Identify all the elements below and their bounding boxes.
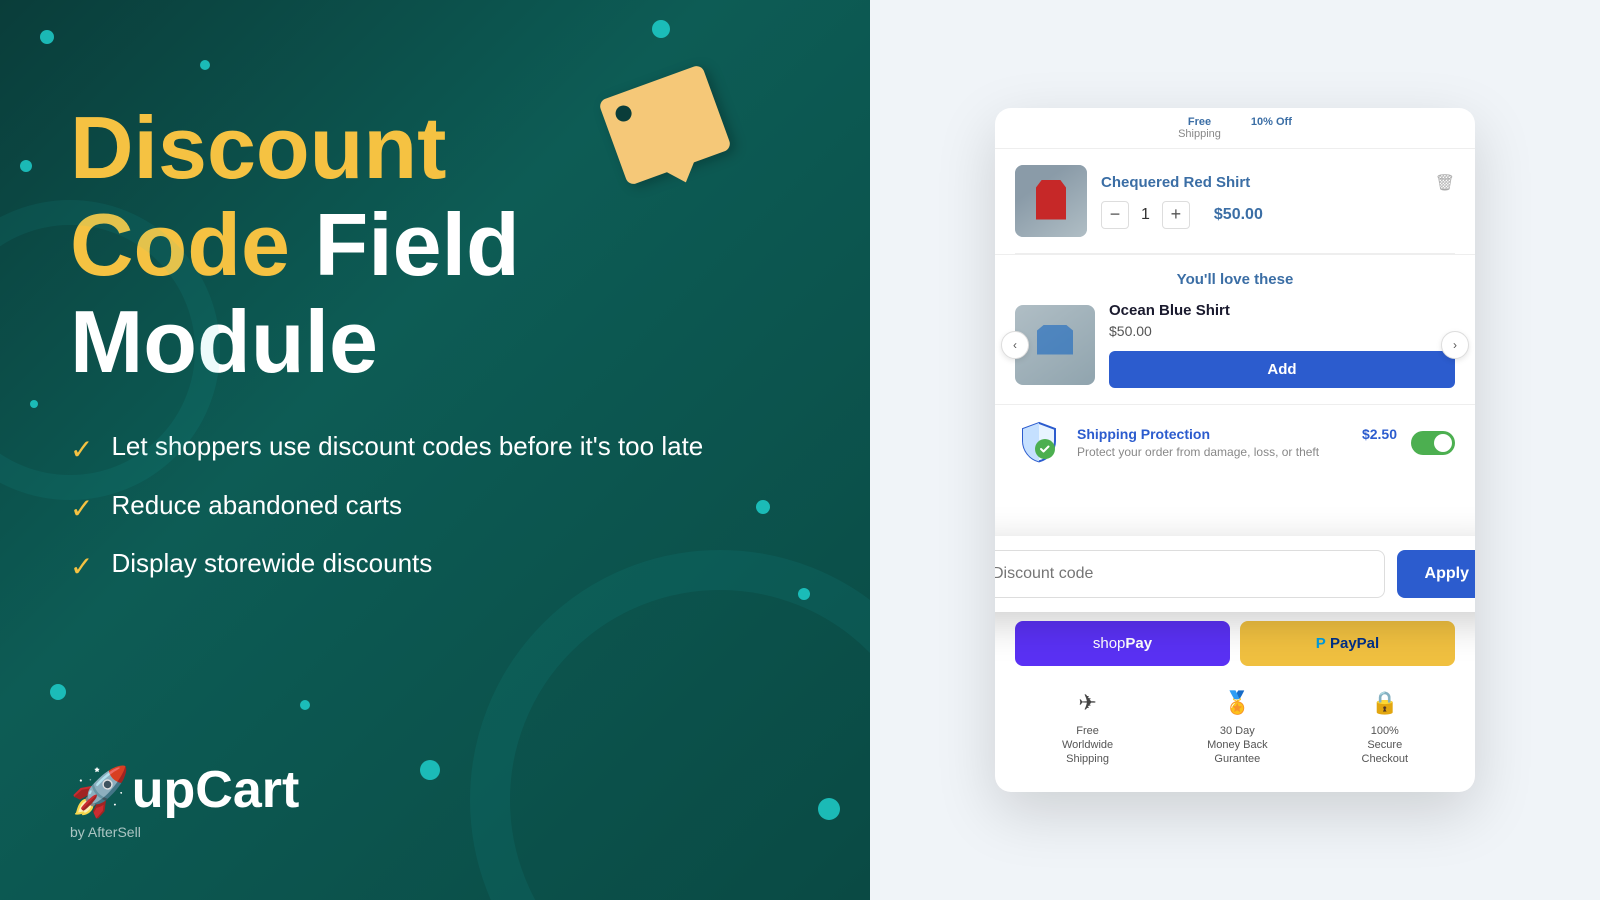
discount-badge: 10% Off bbox=[1251, 116, 1292, 140]
upsell-product-info: Ocean Blue Shirt $50.00 Add bbox=[1109, 302, 1455, 388]
cart-top-badges: Free Shipping 10% Off bbox=[995, 108, 1475, 149]
deco-dot bbox=[420, 760, 440, 780]
cart-item-image bbox=[1015, 165, 1087, 237]
trust-text-shipping: FreeWorldwideShipping bbox=[1062, 724, 1113, 767]
qty-decrease-button[interactable]: − bbox=[1101, 201, 1129, 229]
cart-item-price: $50.00 bbox=[1214, 206, 1263, 224]
paypal-button[interactable]: P PayPal bbox=[1240, 621, 1455, 666]
brand-name-up: up bbox=[132, 760, 196, 820]
shirt-image bbox=[1015, 165, 1087, 237]
shipping-protection-section: Shipping Protection $2.50 Protect your o… bbox=[995, 404, 1475, 481]
aftersell-logo: by AfterSell bbox=[70, 824, 299, 840]
upsell-section: You'll love these ‹ Ocean Blue Shirt $50… bbox=[995, 254, 1475, 404]
deco-dot bbox=[40, 30, 54, 44]
apply-discount-button[interactable]: Apply bbox=[1397, 550, 1475, 598]
trust-text-secure: 100%SecureCheckout bbox=[1362, 724, 1408, 767]
free-shipping-badge: Free Shipping bbox=[1178, 116, 1221, 140]
trust-text-guarantee: 30 DayMoney BackGurantee bbox=[1207, 724, 1268, 767]
carousel-prev-button[interactable]: ‹ bbox=[1001, 331, 1029, 359]
deco-dot bbox=[20, 160, 32, 172]
protection-toggle[interactable] bbox=[1411, 431, 1455, 455]
deco-dot bbox=[50, 684, 66, 700]
cart-widget: Free Shipping 10% Off Chequered Red Shir… bbox=[995, 108, 1475, 793]
trust-badges: ✈ FreeWorldwideShipping 🏅 30 DayMoney Ba… bbox=[1015, 680, 1455, 777]
deco-dot bbox=[300, 700, 310, 710]
cart-top-section: Chequered Red Shirt 🗑 − 1 + $50.00 bbox=[995, 149, 1475, 254]
trust-item-secure: 🔒 100%SecureCheckout bbox=[1362, 690, 1408, 767]
feature-item-2: ✓ Reduce abandoned carts bbox=[70, 489, 800, 527]
medal-icon: 🏅 bbox=[1224, 690, 1251, 716]
cart-item-name: Chequered Red Shirt bbox=[1101, 174, 1427, 191]
protection-desc: Protect your order from damage, loss, or… bbox=[1077, 445, 1397, 459]
discount-code-input[interactable] bbox=[995, 550, 1385, 598]
protection-title: Shipping Protection bbox=[1077, 426, 1210, 442]
lock-icon: 🔒 bbox=[1371, 690, 1398, 716]
upsell-product-price: $50.00 bbox=[1109, 323, 1455, 339]
right-panel: Free Shipping 10% Off Chequered Red Shir… bbox=[870, 0, 1600, 900]
plane-icon: ✈ bbox=[1078, 690, 1096, 716]
check-icon-3: ✓ bbox=[70, 549, 93, 585]
deco-dot bbox=[756, 500, 770, 514]
tag-decoration bbox=[610, 80, 730, 180]
qty-value: 1 bbox=[1141, 206, 1150, 224]
protection-price: $2.50 bbox=[1362, 426, 1397, 442]
brand-name-cart: Cart bbox=[195, 760, 299, 820]
protection-icon bbox=[1015, 419, 1063, 467]
cart-item-meta: Chequered Red Shirt 🗑 − 1 + $50.00 bbox=[1101, 173, 1455, 229]
cart-item-row: Chequered Red Shirt 🗑 − 1 + $50.00 bbox=[1015, 149, 1455, 254]
payment-methods: shopPay P PayPal bbox=[1015, 621, 1455, 666]
cart-bottom: Checkout • $52.50 shopPay P PayPal ✈ Fre… bbox=[995, 481, 1475, 793]
delete-item-button[interactable]: 🗑 bbox=[1435, 173, 1455, 193]
upsell-add-button[interactable]: Add bbox=[1109, 351, 1455, 388]
shoppay-button[interactable]: shopPay bbox=[1015, 621, 1230, 666]
brand-logo: 🚀 up Cart by AfterSell bbox=[70, 760, 299, 840]
protection-info: Shipping Protection $2.50 Protect your o… bbox=[1077, 426, 1397, 459]
discount-code-overlay: Apply bbox=[995, 536, 1475, 612]
deco-circle bbox=[470, 550, 870, 900]
upsell-title: You'll love these bbox=[1015, 271, 1455, 288]
feature-text-1: Let shoppers use discount codes before i… bbox=[111, 430, 703, 464]
deco-dot bbox=[200, 60, 210, 70]
deco-dot bbox=[652, 20, 670, 38]
brand-sub: by AfterSell bbox=[70, 824, 141, 840]
qty-increase-button[interactable]: + bbox=[1162, 201, 1190, 229]
left-panel: Discount Code Field Module ✓ Let shopper… bbox=[0, 0, 870, 900]
upsell-carousel: ‹ Ocean Blue Shirt $50.00 Add › bbox=[1015, 302, 1455, 388]
qty-control: − 1 + $50.00 bbox=[1101, 201, 1455, 229]
feature-text-3: Display storewide discounts bbox=[111, 547, 432, 581]
rocket-icon: 🚀 bbox=[70, 763, 130, 820]
trust-item-guarantee: 🏅 30 DayMoney BackGurantee bbox=[1207, 690, 1268, 767]
feature-text-2: Reduce abandoned carts bbox=[111, 489, 402, 523]
upsell-product: Ocean Blue Shirt $50.00 Add bbox=[1015, 302, 1455, 388]
heading-white: Field bbox=[290, 195, 520, 294]
trust-item-shipping: ✈ FreeWorldwideShipping bbox=[1062, 690, 1113, 767]
carousel-next-button[interactable]: › bbox=[1441, 331, 1469, 359]
protection-header-row: Shipping Protection $2.50 bbox=[1077, 426, 1397, 442]
upsell-product-name: Ocean Blue Shirt bbox=[1109, 302, 1455, 319]
